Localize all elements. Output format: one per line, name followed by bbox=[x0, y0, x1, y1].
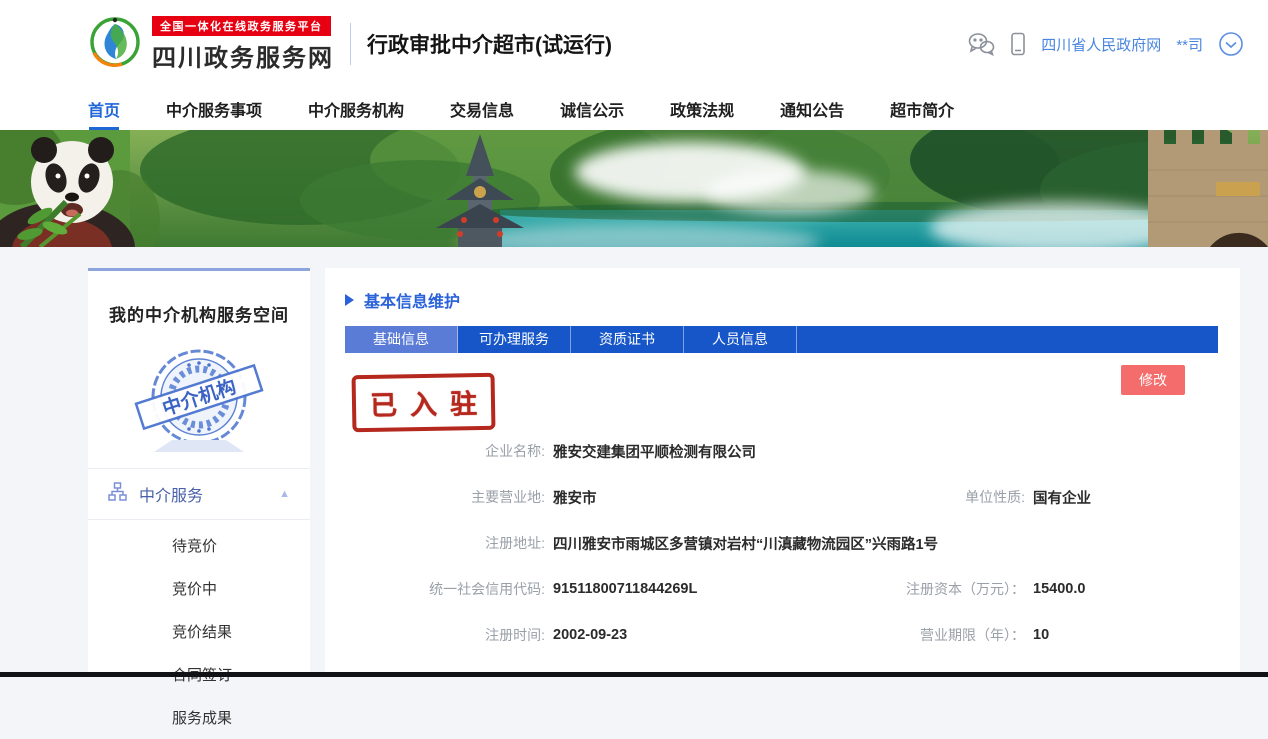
basic-info-fields: 企业名称: 雅安交建集团平顺检测有限公司 主要营业地: 雅安市 单位性质: 国有… bbox=[345, 428, 1218, 658]
main-panel: 基本信息维护 基础信息 可办理服务 资质证书 人员信息 修改 已入驻 企业名称:… bbox=[325, 268, 1240, 672]
field-label: 单位性质: bbox=[880, 487, 1025, 507]
field-registration-date: 注册时间: 2002-09-23 bbox=[345, 625, 627, 645]
footer-edge bbox=[0, 672, 1268, 677]
tab-personnel-info[interactable]: 人员信息 bbox=[684, 326, 797, 353]
nav-item-supermarket-intro[interactable]: 超市简介 bbox=[890, 97, 954, 121]
tab-basic-info[interactable]: 基础信息 bbox=[345, 326, 458, 353]
nav-item-intermediary-service-items[interactable]: 中介服务事项 bbox=[166, 97, 262, 121]
field-value: 国有企业 bbox=[1033, 487, 1091, 508]
edit-button[interactable]: 修改 bbox=[1121, 365, 1185, 395]
field-row-date-term: 注册时间: 2002-09-23 营业期限（年）： 10 bbox=[345, 612, 1218, 658]
section-arrow-icon bbox=[345, 294, 354, 306]
field-row-location-nature: 主要营业地: 雅安市 单位性质: 国有企业 bbox=[345, 474, 1218, 520]
tab-available-services[interactable]: 可办理服务 bbox=[458, 326, 571, 353]
field-main-business-location: 主要营业地: 雅安市 bbox=[345, 487, 597, 508]
field-label: 统一社会信用代码: bbox=[345, 579, 545, 599]
platform-banner: 全国一体化在线政务服务平台 bbox=[152, 16, 331, 36]
field-value: 雅安交建集团平顺检测有限公司 bbox=[553, 441, 756, 462]
chevron-down-icon[interactable] bbox=[1218, 31, 1244, 57]
nav-item-transaction-info[interactable]: 交易信息 bbox=[450, 97, 514, 121]
sidebar-menu-label: 中介服务 bbox=[139, 482, 203, 506]
sidebar: 我的中介机构服务空间 中介机构 bbox=[88, 268, 310, 672]
sidebar-menu-intermediary-service[interactable]: 中介服务 ▲ bbox=[88, 468, 310, 520]
field-registered-capital: 注册资本（万元）： 15400.0 bbox=[880, 566, 1085, 612]
field-unit-nature: 单位性质: 国有企业 bbox=[880, 474, 1091, 520]
sidebar-item-bidding-in-progress[interactable]: 竞价中 bbox=[88, 567, 310, 610]
sidebar-item-pending-bidding[interactable]: 待竞价 bbox=[88, 524, 310, 567]
agency-stamp-badge: 中介机构 bbox=[88, 340, 310, 458]
field-row-code-capital: 统一社会信用代码: 91511800711844269L 注册资本（万元）： 1… bbox=[345, 566, 1218, 612]
banner-image bbox=[0, 130, 1268, 247]
field-label: 企业名称: bbox=[345, 441, 545, 461]
username[interactable]: **司 bbox=[1176, 34, 1203, 55]
field-value: 15400.0 bbox=[1033, 581, 1085, 597]
field-company-name: 企业名称: 雅安交建集团平顺检测有限公司 bbox=[345, 428, 1218, 474]
sidebar-item-service-results[interactable]: 服务成果 bbox=[88, 696, 310, 739]
registered-stamp: 已入驻 bbox=[352, 373, 496, 432]
field-value: 91511800711844269L bbox=[553, 581, 697, 597]
site-name: 四川政务服务网 bbox=[152, 38, 334, 73]
logo-icon bbox=[88, 15, 142, 74]
site-logo[interactable]: 全国一体化在线政务服务平台 四川政务服务网 bbox=[88, 15, 334, 74]
section-title: 基本信息维护 bbox=[364, 288, 460, 312]
field-value: 2002-09-23 bbox=[553, 627, 627, 643]
field-label: 注册地址: bbox=[345, 533, 545, 553]
field-label: 主要营业地: bbox=[345, 487, 545, 507]
field-credit-code: 统一社会信用代码: 91511800711844269L bbox=[345, 579, 697, 599]
sidebar-submenu: 待竞价 竞价中 竞价结果 合同签订 服务成果 bbox=[88, 520, 310, 739]
gov-portal-link[interactable]: 四川省人民政府网 bbox=[1041, 34, 1161, 55]
field-business-term: 营业期限（年）： 10 bbox=[880, 612, 1049, 658]
chevron-up-icon[interactable]: ▲ bbox=[279, 488, 290, 500]
sitemap-icon bbox=[108, 482, 127, 506]
sidebar-item-bidding-results[interactable]: 竞价结果 bbox=[88, 610, 310, 653]
nav-item-intermediary-agencies[interactable]: 中介服务机构 bbox=[308, 97, 404, 121]
nav-item-policies-regulations[interactable]: 政策法规 bbox=[670, 97, 734, 121]
header: 全国一体化在线政务服务平台 四川政务服务网 行政审批中介超市(试运行) bbox=[0, 0, 1268, 88]
field-label: 营业期限（年）： bbox=[880, 625, 1025, 645]
wechat-icon[interactable] bbox=[967, 32, 995, 56]
nav-item-notices[interactable]: 通知公告 bbox=[780, 97, 844, 121]
page-title: 行政审批中介超市(试运行) bbox=[367, 29, 612, 59]
field-value: 10 bbox=[1033, 627, 1049, 643]
nav-item-integrity-publicity[interactable]: 诚信公示 bbox=[560, 97, 624, 121]
field-value: 雅安市 bbox=[553, 487, 597, 508]
main-nav: 首页 中介服务事项 中介服务机构 交易信息 诚信公示 政策法规 通知公告 超市简… bbox=[0, 88, 1268, 130]
tab-qualification-certificates[interactable]: 资质证书 bbox=[571, 326, 684, 353]
sidebar-title: 我的中介机构服务空间 bbox=[88, 301, 310, 326]
nav-item-home[interactable]: 首页 bbox=[88, 97, 120, 121]
field-value: 四川雅安市雨城区多营镇对岩村“川滇藏物流园区”兴雨路1号 bbox=[553, 533, 938, 554]
tab-bar: 基础信息 可办理服务 资质证书 人员信息 bbox=[345, 326, 1218, 353]
header-divider bbox=[350, 23, 351, 65]
field-registered-address: 注册地址: 四川雅安市雨城区多营镇对岩村“川滇藏物流园区”兴雨路1号 bbox=[345, 520, 1218, 566]
field-label: 注册时间: bbox=[345, 625, 545, 645]
mobile-icon[interactable] bbox=[1010, 32, 1026, 56]
field-label: 注册资本（万元）： bbox=[880, 579, 1025, 599]
